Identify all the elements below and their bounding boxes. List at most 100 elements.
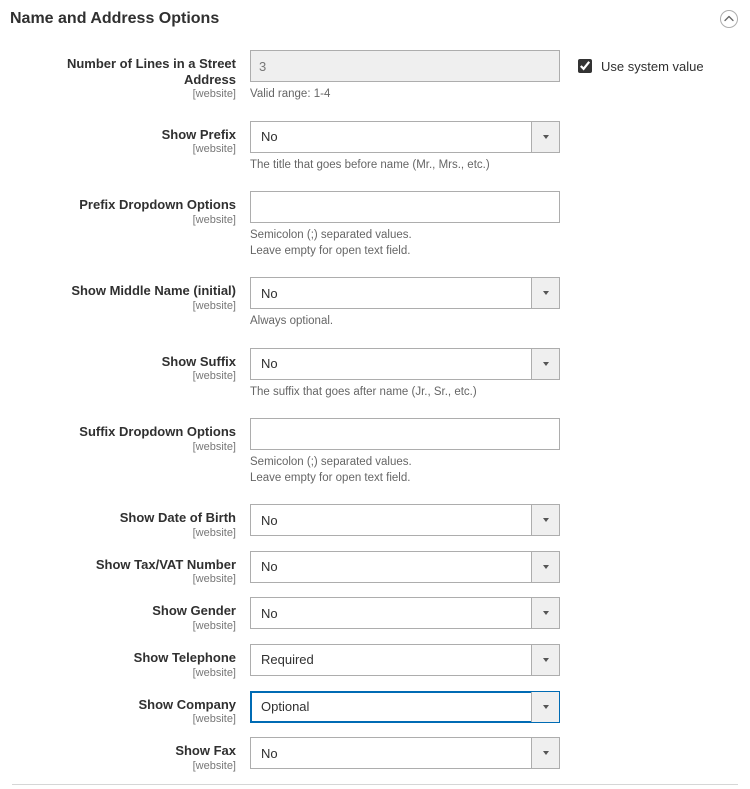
- label-col: Show Suffix [website]: [20, 348, 250, 383]
- field-hint: The suffix that goes after name (Jr., Sr…: [250, 385, 560, 401]
- field-scope: [website]: [20, 667, 236, 679]
- select-arrow: [531, 692, 559, 722]
- row-prefix-options: Prefix Dropdown Options [website] Semico…: [20, 191, 738, 259]
- field-hint: Always optional.: [250, 314, 560, 330]
- control-col: Semicolon (;) separated values. Leave em…: [250, 418, 560, 486]
- caret-down-icon: [542, 133, 550, 141]
- select-arrow: [531, 122, 559, 152]
- control-col: Optional: [250, 691, 560, 723]
- select-value: No: [251, 552, 531, 582]
- field-label: Show Fax: [20, 743, 236, 759]
- select-value: No: [251, 122, 531, 152]
- select-value: No: [251, 278, 531, 308]
- field-label: Show Date of Birth: [20, 510, 236, 526]
- field-scope: [website]: [20, 300, 236, 312]
- caret-down-icon: [542, 656, 550, 664]
- field-label: Show Tax/VAT Number: [20, 557, 236, 573]
- select-arrow: [531, 598, 559, 628]
- field-label: Show Company: [20, 697, 236, 713]
- select-value: No: [251, 505, 531, 535]
- form-rows: Number of Lines in a Street Address [web…: [10, 50, 738, 772]
- show-middle-select[interactable]: No: [250, 277, 560, 309]
- select-arrow: [531, 349, 559, 379]
- section-title: Name and Address Options: [10, 10, 219, 28]
- label-col: Show Middle Name (initial) [website]: [20, 277, 250, 312]
- select-arrow: [531, 505, 559, 535]
- field-scope: [website]: [20, 713, 236, 725]
- row-show-fax: Show Fax [website] No: [20, 737, 738, 772]
- caret-down-icon: [542, 360, 550, 368]
- show-gender-select[interactable]: No: [250, 597, 560, 629]
- prefix-options-input[interactable]: [250, 191, 560, 223]
- label-col: Prefix Dropdown Options [website]: [20, 191, 250, 226]
- field-scope: [website]: [20, 441, 236, 453]
- label-col: Show Prefix [website]: [20, 121, 250, 156]
- field-label: Show Middle Name (initial): [20, 283, 236, 299]
- caret-down-icon: [542, 516, 550, 524]
- field-hint: Semicolon (;) separated values. Leave em…: [250, 455, 560, 486]
- label-col: Suffix Dropdown Options [website]: [20, 418, 250, 453]
- select-value: Optional: [251, 692, 531, 722]
- field-scope: [website]: [20, 214, 236, 226]
- field-label: Suffix Dropdown Options: [20, 424, 236, 440]
- show-telephone-select[interactable]: Required: [250, 644, 560, 676]
- street-lines-input: [250, 50, 560, 82]
- label-col: Show Gender [website]: [20, 597, 250, 632]
- use-system-label: Use system value: [601, 59, 704, 74]
- caret-down-icon: [542, 749, 550, 757]
- use-system-col: Use system value: [560, 50, 704, 76]
- control-col: Valid range: 1-4: [250, 50, 560, 103]
- row-show-suffix: Show Suffix [website] No The suffix that…: [20, 348, 738, 401]
- row-show-middle: Show Middle Name (initial) [website] No …: [20, 277, 738, 330]
- field-label: Show Telephone: [20, 650, 236, 666]
- field-label: Number of Lines in a Street Address: [20, 56, 236, 87]
- field-scope: [website]: [20, 143, 236, 155]
- field-hint: The title that goes before name (Mr., Mr…: [250, 158, 560, 174]
- row-show-taxvat: Show Tax/VAT Number [website] No: [20, 551, 738, 586]
- control-col: No: [250, 551, 560, 583]
- caret-down-icon: [542, 289, 550, 297]
- select-value: No: [251, 349, 531, 379]
- label-col: Show Date of Birth [website]: [20, 504, 250, 539]
- field-scope: [website]: [20, 527, 236, 539]
- control-col: No The suffix that goes after name (Jr.,…: [250, 348, 560, 401]
- field-label: Prefix Dropdown Options: [20, 197, 236, 213]
- control-col: No: [250, 504, 560, 536]
- label-col: Show Tax/VAT Number [website]: [20, 551, 250, 586]
- show-fax-select[interactable]: No: [250, 737, 560, 769]
- field-scope: [website]: [20, 573, 236, 585]
- caret-down-icon: [542, 609, 550, 617]
- name-address-options-section: Name and Address Options Number of Lines…: [0, 0, 750, 772]
- show-dob-select[interactable]: No: [250, 504, 560, 536]
- field-scope: [website]: [20, 88, 236, 100]
- select-value: Required: [251, 645, 531, 675]
- caret-down-icon: [542, 563, 550, 571]
- suffix-options-input[interactable]: [250, 418, 560, 450]
- control-col: No: [250, 737, 560, 769]
- control-col: Required: [250, 644, 560, 676]
- show-taxvat-select[interactable]: No: [250, 551, 560, 583]
- row-street-lines: Number of Lines in a Street Address [web…: [20, 50, 738, 103]
- collapse-toggle[interactable]: [720, 10, 738, 28]
- row-show-telephone: Show Telephone [website] Required: [20, 644, 738, 679]
- label-col: Show Telephone [website]: [20, 644, 250, 679]
- control-col: No The title that goes before name (Mr.,…: [250, 121, 560, 174]
- use-system-checkbox[interactable]: [578, 59, 592, 73]
- caret-down-icon: [542, 703, 550, 711]
- section-divider: [12, 784, 738, 785]
- select-value: No: [251, 738, 531, 768]
- row-show-gender: Show Gender [website] No: [20, 597, 738, 632]
- control-col: No: [250, 597, 560, 629]
- select-arrow: [531, 552, 559, 582]
- show-suffix-select[interactable]: No: [250, 348, 560, 380]
- show-company-select[interactable]: Optional: [250, 691, 560, 723]
- field-scope: [website]: [20, 620, 236, 632]
- select-value: No: [251, 598, 531, 628]
- select-arrow: [531, 278, 559, 308]
- show-prefix-select[interactable]: No: [250, 121, 560, 153]
- label-col: Number of Lines in a Street Address [web…: [20, 50, 250, 100]
- field-scope: [website]: [20, 370, 236, 382]
- select-arrow: [531, 738, 559, 768]
- field-label: Show Gender: [20, 603, 236, 619]
- chevron-up-icon: [724, 14, 734, 24]
